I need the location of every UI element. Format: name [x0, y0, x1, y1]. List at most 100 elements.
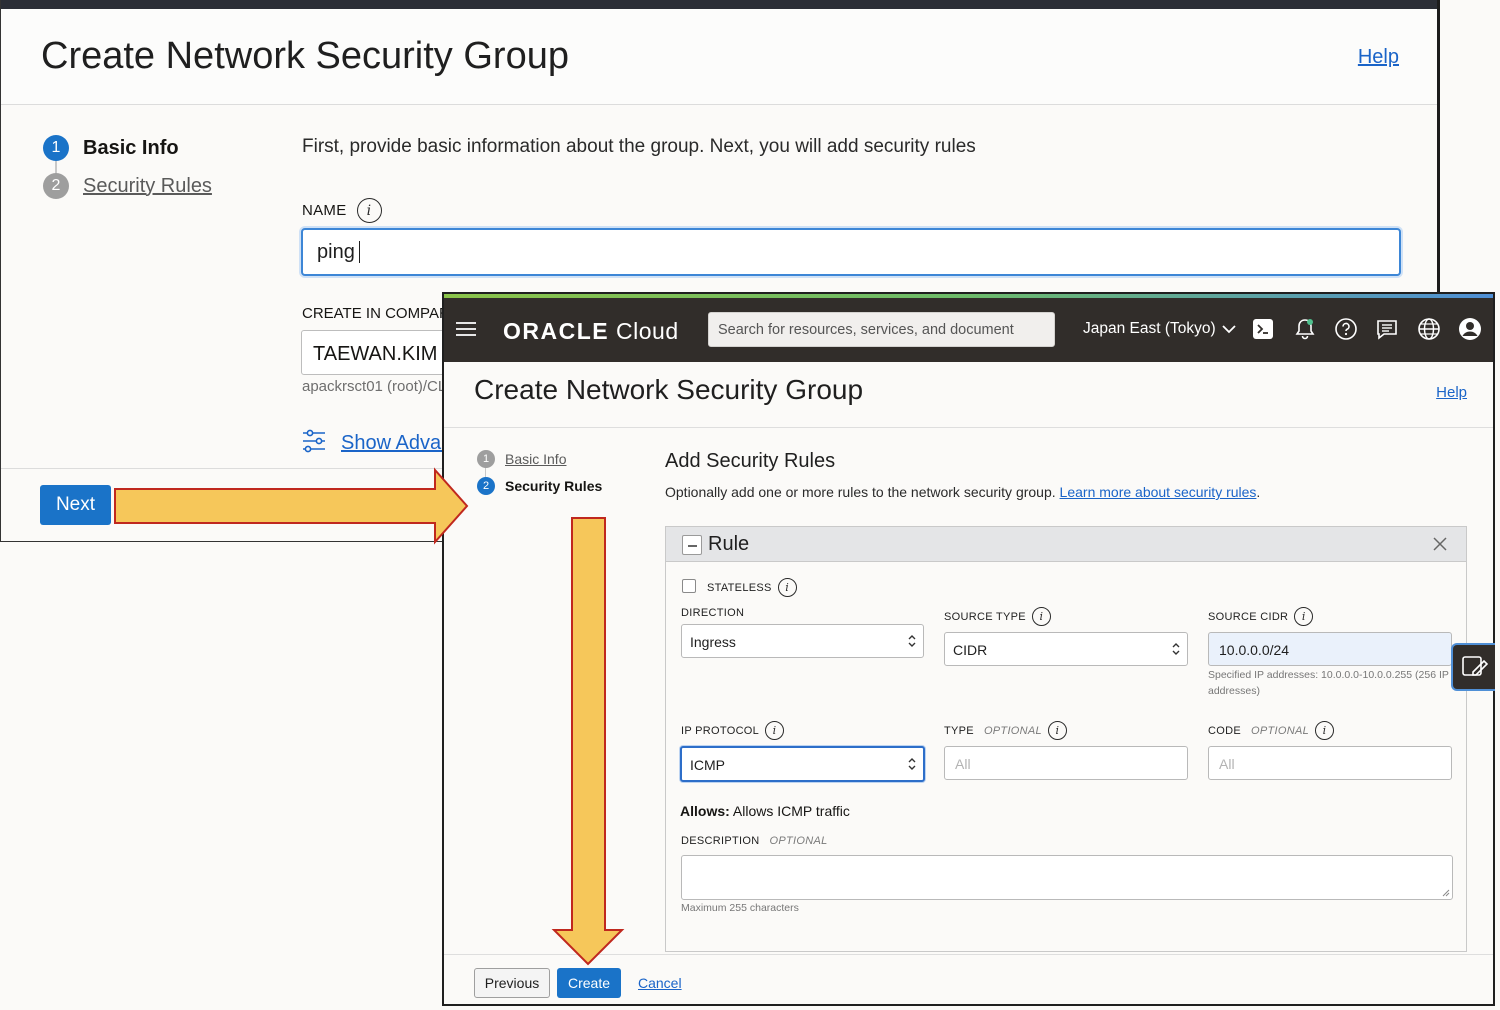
step-label: Basic Info: [505, 451, 567, 467]
logo-bold: ORACLE: [503, 318, 610, 344]
page-header: Create Network Security Group Help: [444, 362, 1493, 428]
chat-icon[interactable]: [1374, 316, 1400, 342]
text-caret: [358, 241, 361, 263]
step-basic-info[interactable]: 1 Basic Info: [477, 450, 566, 468]
rule-card: Rule STATELESS i DIRECTION Ingress SOURC…: [665, 526, 1467, 952]
step-number: 2: [43, 173, 69, 199]
name-input[interactable]: ping: [301, 228, 1401, 276]
description-textarea[interactable]: [681, 855, 1453, 900]
source-type-text: SOURCE TYPE: [944, 610, 1026, 623]
logo-light: Cloud: [616, 318, 679, 344]
step-label: Basic Info: [83, 136, 179, 159]
menu-icon[interactable]: [456, 322, 476, 336]
ip-protocol-value: ICMP: [690, 757, 725, 773]
profile-icon[interactable]: [1457, 316, 1483, 342]
close-icon[interactable]: [1432, 536, 1448, 552]
source-cidr-input[interactable]: 10.0.0.0/24: [1208, 632, 1452, 666]
info-icon[interactable]: i: [1047, 721, 1067, 740]
name-label-text: NAME: [302, 202, 347, 219]
step-number: 2: [477, 477, 495, 495]
info-icon[interactable]: i: [1031, 607, 1051, 626]
feedback-tab[interactable]: [1451, 643, 1495, 691]
source-type-value: CIDR: [953, 642, 988, 658]
info-icon[interactable]: i: [1315, 721, 1335, 740]
window-top-bar: [1, 0, 1437, 9]
source-cidr-label: SOURCE CIDR i: [1208, 607, 1314, 626]
optional-text: OPTIONAL: [1250, 724, 1310, 737]
ip-protocol-text: IP PROTOCOL: [681, 724, 760, 737]
globe-icon[interactable]: [1416, 316, 1442, 342]
resize-grip-icon[interactable]: [1442, 889, 1450, 897]
optional-text: OPTIONAL: [983, 724, 1042, 737]
description-label: DESCRIPTION OPTIONAL: [681, 835, 828, 847]
source-cidr-text: SOURCE CIDR: [1208, 610, 1289, 623]
allows-text: Allows: Allows ICMP traffic: [680, 803, 850, 819]
compartment-path: apackrsct01 (root)/CL: [302, 378, 447, 395]
front-window: ORACLE Cloud Search for resources, servi…: [442, 292, 1495, 1006]
type-text: TYPE: [944, 724, 974, 737]
step-number: 1: [477, 450, 495, 468]
show-advanced-options[interactable]: Show Advar: [301, 428, 448, 459]
info-icon[interactable]: i: [356, 198, 382, 223]
compartment-label: CREATE IN COMPART: [302, 305, 459, 322]
info-icon[interactable]: i: [765, 721, 785, 740]
intro-text: First, provide basic information about t…: [302, 136, 976, 157]
ip-protocol-select[interactable]: ICMP: [680, 746, 925, 782]
cloud-shell-icon[interactable]: [1250, 316, 1276, 342]
create-button[interactable]: Create: [557, 968, 621, 998]
code-text: CODE: [1208, 724, 1241, 737]
direction-select[interactable]: Ingress: [681, 624, 924, 658]
description-hint: Maximum 255 characters: [681, 902, 799, 914]
direction-label: DIRECTION: [681, 607, 745, 619]
search-input[interactable]: Search for resources, services, and docu…: [708, 312, 1055, 347]
step-number: 1: [43, 135, 69, 161]
section-description: Optionally add one or more rules to the …: [665, 484, 1260, 500]
info-icon[interactable]: i: [1294, 607, 1314, 626]
region-label: Japan East (Tokyo): [1083, 320, 1216, 337]
source-cidr-hint: Specified IP addresses: 10.0.0.0-10.0.0.…: [1208, 669, 1449, 697]
step-label: Security Rules: [505, 478, 603, 494]
help-link[interactable]: Help: [1358, 46, 1399, 69]
learn-more-link[interactable]: Learn more about security rules: [1060, 484, 1257, 500]
cancel-link[interactable]: Cancel: [638, 975, 682, 991]
page-header: Create Network Security Group Help: [1, 9, 1437, 105]
direction-value: Ingress: [690, 634, 736, 650]
optional-text: OPTIONAL: [769, 835, 828, 847]
page-title: Create Network Security Group: [41, 35, 569, 77]
help-link[interactable]: Help: [1436, 384, 1467, 401]
sliders-icon: [301, 428, 327, 459]
step-basic-info[interactable]: 1 Basic Info: [43, 135, 179, 161]
footer-divider: [444, 954, 1493, 955]
top-nav-bar: ORACLE Cloud Search for resources, servi…: [444, 298, 1493, 362]
info-icon[interactable]: i: [777, 578, 797, 597]
select-arrows-icon: [908, 758, 916, 770]
source-type-label: SOURCE TYPE i: [944, 607, 1051, 626]
bell-icon[interactable]: [1292, 316, 1318, 342]
type-input[interactable]: All: [944, 746, 1188, 780]
show-advanced-link[interactable]: Show Advar: [341, 432, 448, 455]
ip-protocol-label: IP PROTOCOL i: [681, 721, 785, 740]
period: .: [1256, 484, 1261, 500]
name-label: NAME i: [302, 198, 382, 223]
region-selector[interactable]: Japan East (Tokyo): [1083, 320, 1236, 338]
section-description-text: Optionally add one or more rules to the …: [665, 484, 1056, 500]
previous-button[interactable]: Previous: [474, 968, 550, 998]
step-security-rules[interactable]: 2 Security Rules: [477, 477, 602, 495]
code-input[interactable]: All: [1208, 746, 1452, 780]
select-arrows-icon: [908, 635, 916, 647]
section-title: Add Security Rules: [665, 450, 836, 472]
collapse-icon[interactable]: [682, 535, 702, 555]
stateless-checkbox[interactable]: [682, 579, 696, 593]
name-input-value: ping: [317, 240, 355, 263]
description-text: DESCRIPTION: [681, 835, 760, 847]
allows-value: Allows ICMP traffic: [732, 803, 850, 819]
source-type-select[interactable]: CIDR: [944, 632, 1188, 666]
step-security-rules[interactable]: 2 Security Rules: [43, 173, 212, 199]
page-title: Create Network Security Group: [474, 374, 864, 405]
step-label: Security Rules: [83, 174, 212, 197]
help-icon[interactable]: [1333, 316, 1359, 342]
oracle-cloud-logo[interactable]: ORACLE Cloud: [503, 318, 679, 345]
next-button[interactable]: Next: [40, 485, 111, 525]
stateless-text: STATELESS: [707, 581, 772, 594]
rule-header: Rule: [666, 527, 1466, 562]
